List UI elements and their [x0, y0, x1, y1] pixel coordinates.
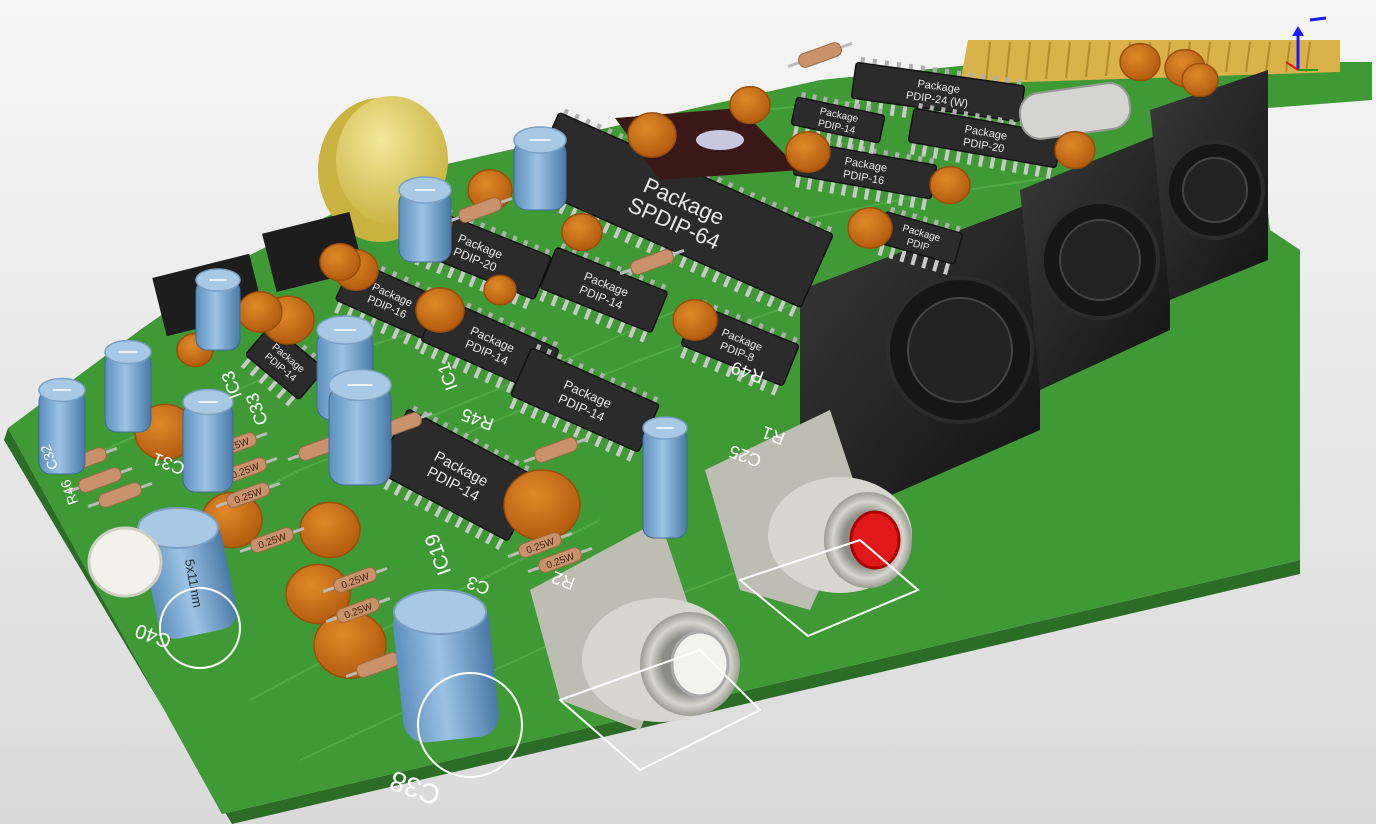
cap-can: [182, 401, 234, 493]
electrolytic-capacitor: [104, 339, 152, 433]
electrolytic-capacitor: [195, 268, 241, 351]
ceramic-capacitor: [627, 112, 677, 158]
electrolytic-capacitor: [513, 126, 567, 211]
ceramic-capacitor: [929, 165, 971, 205]
ceramic-capacitor: [1054, 130, 1096, 170]
ceramic-capacitor: [483, 274, 517, 306]
din-connector-3: [1150, 70, 1268, 300]
electrolytic-capacitor: [328, 368, 392, 486]
ceramic-capacitor: [672, 299, 718, 341]
buzzer: [87, 526, 163, 598]
ceramic-capacitor: [415, 287, 465, 333]
ceramic-capacitor: [561, 212, 603, 252]
ceramic-capacitor: [319, 242, 361, 282]
cap-can: [642, 427, 688, 539]
electrolytic-capacitor: [398, 176, 452, 263]
ceramic-capacitor: [237, 291, 283, 333]
electrolytic-capacitor: [182, 388, 234, 493]
capacitor-c38: [393, 589, 499, 743]
ceramic-capacitor: [299, 501, 361, 559]
ceramic-capacitor: [1181, 62, 1219, 98]
ceramic-capacitor: [1119, 42, 1161, 82]
pcb-3d-render: PackageSPDIP-64PackagePDIP-24 (W)Package…: [0, 0, 1376, 824]
ceramic-capacitor: [785, 131, 831, 173]
electrolytic-capacitor: [642, 416, 688, 539]
ceramic-capacitor: [503, 469, 581, 541]
ceramic-capacitor: [729, 85, 771, 125]
ceramic-capacitor: [847, 207, 893, 249]
